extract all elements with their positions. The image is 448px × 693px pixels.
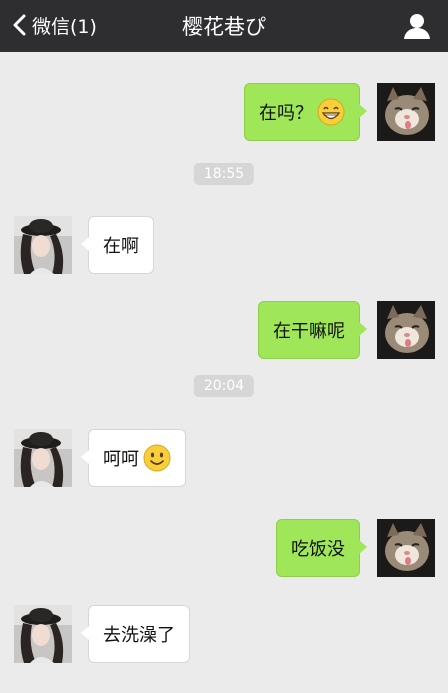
sent-message-bubble[interactable]: 吃饭没 (276, 519, 367, 577)
message-text: 吃饭没 (291, 539, 345, 560)
received-message-bubble[interactable]: 在啊 (81, 216, 154, 274)
message-text: 去洗澡了 (103, 625, 175, 646)
sent-message-bubble[interactable]: 在干嘛呢 (258, 301, 367, 359)
chat-area[interactable]: 在吗？ 18:55 在啊 在干嘛呢 20:04 呵呵 吃饭没 去洗澡了 (0, 52, 448, 693)
my-avatar[interactable] (377, 83, 435, 141)
my-avatar[interactable] (377, 519, 435, 577)
message-text: 在吗？ (259, 103, 313, 124)
back-label: 微信(1) (32, 15, 97, 38)
received-message-bubble[interactable]: 呵呵 (81, 429, 186, 487)
person-icon (404, 14, 430, 39)
top-bar: 微信(1) 樱花巷ぴ (0, 0, 448, 52)
message-text: 在干嘛呢 (273, 321, 345, 342)
my-avatar[interactable] (377, 301, 435, 359)
back-button[interactable]: 微信(1) (10, 8, 97, 42)
timestamp: 20:04 (193, 375, 255, 397)
profile-button[interactable] (402, 12, 432, 40)
chevron-left-icon (13, 14, 26, 36)
contact-avatar[interactable] (14, 216, 72, 274)
contact-avatar[interactable] (14, 429, 72, 487)
contact-avatar[interactable] (14, 605, 72, 663)
sent-message-bubble[interactable]: 在吗？ (244, 83, 367, 141)
grin-emoji-icon (317, 98, 345, 126)
message-text: 在啊 (103, 236, 139, 257)
message-text: 呵呵 (103, 449, 139, 470)
smile-emoji-icon (143, 444, 171, 472)
timestamp: 18:55 (193, 163, 255, 185)
received-message-bubble[interactable]: 去洗澡了 (81, 605, 190, 663)
